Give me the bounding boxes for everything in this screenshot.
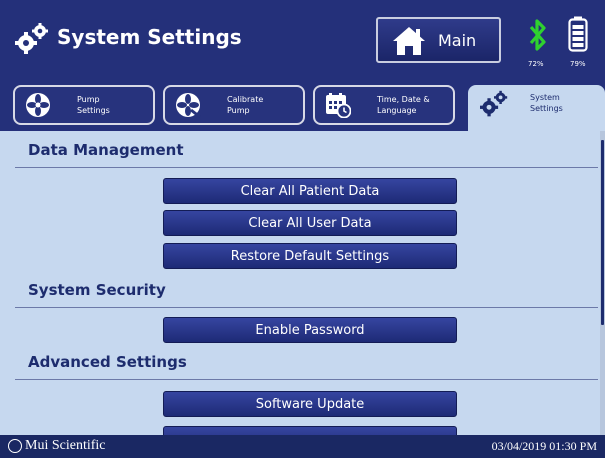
tab-bar: Pump Settings Calibrate Pump Time, Date … xyxy=(0,82,605,134)
divider xyxy=(15,167,598,168)
enable-password-button[interactable]: Enable Password xyxy=(163,317,457,343)
tab-calibrate-pump[interactable]: Calibrate Pump xyxy=(163,85,305,125)
settings-panel: Data Management Clear All Patient Data C… xyxy=(0,131,600,435)
clear-all-user-data-button[interactable]: Clear All User Data xyxy=(163,210,457,236)
page-title: System Settings xyxy=(57,25,242,49)
date-time: 03/04/2019 01:30 PM xyxy=(491,439,597,453)
tab-pump-settings[interactable]: Pump Settings xyxy=(13,85,155,125)
tab-label: Calibrate Pump xyxy=(227,95,264,115)
bluetooth-percent: 72% xyxy=(528,60,544,68)
brand-logo-icon xyxy=(8,439,22,453)
main-button[interactable]: Main xyxy=(376,17,501,63)
gears-icon xyxy=(15,23,48,54)
software-update-button[interactable]: Software Update xyxy=(163,391,457,417)
tab-label: Time, Date & Language xyxy=(377,95,430,115)
bluetooth-icon xyxy=(529,19,546,51)
section-title-advanced-settings: Advanced Settings xyxy=(28,353,187,371)
clear-all-patient-data-button[interactable]: Clear All Patient Data xyxy=(163,178,457,204)
battery-percent: 79% xyxy=(570,60,586,68)
calibrate-fan-icon xyxy=(176,93,201,118)
scrollbar-thumb[interactable] xyxy=(601,140,604,325)
gears-icon xyxy=(480,90,508,117)
pump-fan-icon xyxy=(26,93,50,117)
calendar-clock-icon xyxy=(326,93,351,118)
divider xyxy=(15,379,598,380)
main-button-label: Main xyxy=(438,31,477,50)
tab-time-date-language[interactable]: Time, Date & Language xyxy=(313,85,455,125)
divider xyxy=(15,307,598,308)
battery-icon xyxy=(568,16,588,52)
section-title-data-management: Data Management xyxy=(28,141,184,159)
section-title-system-security: System Security xyxy=(28,281,166,299)
status-footer: Mui Scientific 03/04/2019 01:30 PM xyxy=(0,435,605,458)
restore-default-settings-button[interactable]: Restore Default Settings xyxy=(163,243,457,269)
brand-name: Mui Scientific xyxy=(25,438,106,453)
app-header: System Settings Main 72% 79% xyxy=(0,0,605,82)
tab-label: System Settings xyxy=(530,93,563,113)
partially-visible-button[interactable] xyxy=(163,426,457,435)
home-icon xyxy=(393,27,425,55)
tab-label: Pump Settings xyxy=(77,95,110,115)
tab-system-settings[interactable]: System Settings xyxy=(468,85,605,134)
